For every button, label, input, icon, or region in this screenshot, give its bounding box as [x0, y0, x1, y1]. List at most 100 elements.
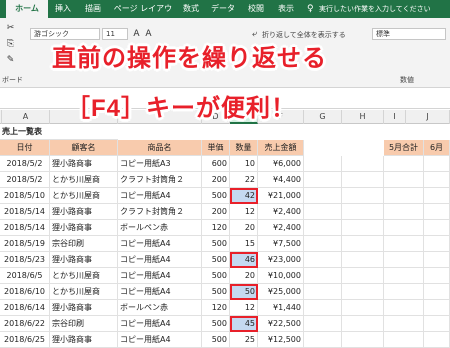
empty-cell[interactable] — [384, 332, 424, 348]
column-header-a[interactable]: A — [2, 110, 50, 124]
column-header-j[interactable]: J — [406, 110, 450, 124]
empty-cell[interactable] — [384, 220, 424, 236]
empty-cell[interactable] — [342, 284, 384, 300]
cell-product[interactable]: クラフト封筒角２ — [118, 204, 202, 220]
cell-customer[interactable]: とかち川屋商 — [50, 268, 118, 284]
cell-customer[interactable]: 狸小路商事 — [50, 300, 118, 316]
cell-product[interactable]: コピー用紙A4 — [118, 332, 202, 348]
empty-cell[interactable] — [384, 284, 424, 300]
empty-cell[interactable] — [304, 284, 342, 300]
cell-date[interactable]: 2018/6/5 — [0, 268, 50, 284]
cell-sales-amount[interactable]: ¥1,440 — [258, 300, 304, 316]
empty-cell[interactable] — [342, 252, 384, 268]
cell-customer[interactable]: とかち川屋商 — [50, 188, 118, 204]
empty-cell[interactable] — [304, 300, 342, 316]
empty-cell[interactable] — [384, 252, 424, 268]
empty-cell[interactable] — [304, 316, 342, 332]
header-may-total[interactable]: 5月合計 — [384, 140, 424, 156]
cell-unit-price[interactable]: 500 — [202, 236, 230, 252]
cut-icon[interactable]: ✂ — [4, 22, 17, 35]
empty-cell[interactable] — [342, 188, 384, 204]
empty-cell[interactable] — [304, 188, 342, 204]
sheet-title[interactable]: 売上一覧表 — [0, 124, 118, 140]
empty-cell[interactable] — [384, 204, 424, 220]
cell-quantity[interactable]: 25 — [230, 332, 258, 348]
cell-sales-amount[interactable]: ¥10,000 — [258, 268, 304, 284]
cell-quantity[interactable]: 22 — [230, 172, 258, 188]
cell-date[interactable]: 2018/6/22 — [0, 316, 50, 332]
empty-cell[interactable] — [304, 236, 342, 252]
empty-cell[interactable] — [342, 156, 384, 172]
empty-cell[interactable] — [384, 236, 424, 252]
format-painter-icon[interactable]: ✎ — [4, 54, 17, 67]
cell-unit-price[interactable]: 500 — [202, 332, 230, 348]
empty-cell[interactable] — [424, 332, 450, 348]
cell-date[interactable]: 2018/5/14 — [0, 204, 50, 220]
cell-customer[interactable]: とかち川屋商 — [50, 172, 118, 188]
cell-product[interactable]: コピー用紙A4 — [118, 268, 202, 284]
empty-cell[interactable] — [424, 300, 450, 316]
column-header-g[interactable]: G — [304, 110, 342, 124]
cell-quantity[interactable]: 20 — [230, 220, 258, 236]
cell-unit-price[interactable]: 500 — [202, 252, 230, 268]
empty-cell[interactable] — [424, 284, 450, 300]
empty-cell[interactable] — [424, 220, 450, 236]
empty-cell[interactable] — [342, 172, 384, 188]
tab-file-edge[interactable] — [0, 0, 4, 18]
cell-sales-amount[interactable]: ¥2,400 — [258, 204, 304, 220]
cell-date[interactable]: 2018/5/19 — [0, 236, 50, 252]
cell-unit-price[interactable]: 500 — [202, 316, 230, 332]
cell-unit-price[interactable]: 120 — [202, 300, 230, 316]
empty-cell[interactable] — [304, 204, 342, 220]
tab-formulas[interactable]: 数式 — [178, 0, 204, 18]
tab-review[interactable]: 校閲 — [242, 0, 270, 18]
empty-cell[interactable] — [342, 300, 384, 316]
empty-cell[interactable] — [304, 252, 342, 268]
cell-date[interactable]: 2018/5/14 — [0, 220, 50, 236]
cell-customer[interactable]: とかち川屋商 — [50, 284, 118, 300]
cell-quantity[interactable]: 45 — [230, 316, 258, 332]
empty-cell[interactable] — [424, 252, 450, 268]
empty-cell[interactable] — [424, 204, 450, 220]
cell-quantity[interactable]: 15 — [230, 236, 258, 252]
empty-cell[interactable] — [424, 172, 450, 188]
cell-date[interactable]: 2018/5/2 — [0, 172, 50, 188]
cell-date[interactable]: 2018/6/10 — [0, 284, 50, 300]
cell-sales-amount[interactable]: ¥4,400 — [258, 172, 304, 188]
cell-unit-price[interactable]: 200 — [202, 172, 230, 188]
cell-product[interactable]: ボールペン赤 — [118, 220, 202, 236]
cell-customer[interactable]: 狸小路商事 — [50, 220, 118, 236]
cell-unit-price[interactable]: 500 — [202, 268, 230, 284]
empty-cell[interactable] — [342, 268, 384, 284]
cell-customer[interactable]: 狸小路商事 — [50, 204, 118, 220]
number-format-select[interactable]: 標準 — [372, 28, 446, 40]
cell-product[interactable]: コピー用紙A4 — [118, 236, 202, 252]
cell-sales-amount[interactable]: ¥6,000 — [258, 156, 304, 172]
empty-cell[interactable] — [424, 156, 450, 172]
cell-date[interactable]: 2018/6/14 — [0, 300, 50, 316]
cell-customer[interactable]: 狸小路商事 — [50, 252, 118, 268]
tell-me-box[interactable]: ♀ 実行したい作業を入力してください — [305, 3, 445, 16]
empty-cell[interactable] — [304, 156, 342, 172]
cell-quantity[interactable]: 42 — [230, 188, 258, 204]
cell-quantity[interactable]: 12 — [230, 300, 258, 316]
cell-date[interactable]: 2018/6/25 — [0, 332, 50, 348]
empty-cell[interactable] — [304, 220, 342, 236]
empty-cell[interactable] — [384, 300, 424, 316]
empty-cell[interactable] — [424, 268, 450, 284]
empty-cell[interactable] — [342, 220, 384, 236]
cell-quantity[interactable]: 46 — [230, 252, 258, 268]
cell-date[interactable]: 2018/5/23 — [0, 252, 50, 268]
cell-product[interactable]: コピー用紙A4 — [118, 284, 202, 300]
empty-cell[interactable] — [342, 332, 384, 348]
tab-home[interactable]: ホーム — [6, 0, 48, 18]
cell-quantity[interactable]: 10 — [230, 156, 258, 172]
empty-cell[interactable] — [424, 188, 450, 204]
tab-data[interactable]: データ — [206, 0, 240, 18]
cell-unit-price[interactable]: 500 — [202, 188, 230, 204]
cell-product[interactable]: コピー用紙A4 — [118, 252, 202, 268]
cell-customer[interactable]: 狸小路商事 — [50, 332, 118, 348]
tab-insert[interactable]: 挿入 — [50, 0, 76, 18]
empty-cell[interactable] — [384, 188, 424, 204]
empty-cell[interactable] — [342, 316, 384, 332]
